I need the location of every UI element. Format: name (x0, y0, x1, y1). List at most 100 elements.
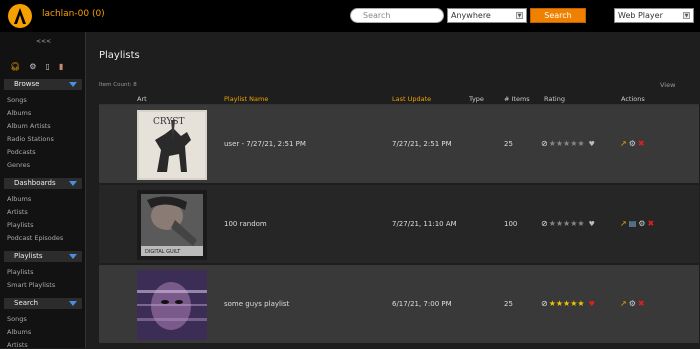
sidebar-item-podcast-episodes[interactable]: Podcast Episodes (7, 234, 63, 242)
column-playlist-name[interactable]: Playlist Name (224, 95, 268, 103)
star-icon[interactable]: ★ (577, 219, 584, 228)
section-title: Search (14, 299, 39, 307)
last-update: 6/17/21, 7:00 PM (392, 300, 452, 308)
playlist-name-link[interactable]: user - 7/27/21, 2:51 PM (224, 140, 306, 148)
item-count: Item Count: 8 (99, 82, 137, 88)
playlist-cover-art[interactable] (137, 270, 207, 340)
sidebar-item-albums[interactable]: Albums (7, 109, 31, 117)
last-update: 7/27/21, 11:10 AM (392, 220, 457, 228)
table-row: CRYST user - 7/27/21, 2:51 PM 7/27/21, 2… (99, 105, 699, 183)
last-update: 7/27/21, 2:51 PM (392, 140, 452, 148)
heart-icon[interactable]: ♥ (589, 300, 595, 308)
section-title: Browse (14, 80, 40, 88)
item-count-cell: 100 (504, 220, 518, 228)
clear-rating-icon[interactable]: ⊘ (541, 299, 548, 308)
item-count-cell: 25 (504, 140, 513, 148)
share-icon[interactable]: ↗ (620, 299, 627, 308)
sidebar-item-podcasts[interactable]: Podcasts (7, 148, 36, 156)
playlist-name-link[interactable]: 100 random (224, 220, 267, 228)
row-actions: ↗ ⚙ ✖ (620, 299, 647, 308)
row-actions: ↗ ⚙ ✖ (620, 139, 647, 148)
playlist-cover-art[interactable]: CRYST (137, 110, 207, 180)
document-icon[interactable]: ▯ (46, 62, 50, 72)
delete-icon[interactable]: ✖ (638, 299, 645, 308)
sidebar-item-dash-artists[interactable]: Artists (7, 208, 28, 216)
column-last-update[interactable]: Last Update (392, 95, 431, 103)
sidebar: <<< 🎧︎ ⚙ ▯ ▮ Browse Songs Albums Album A… (0, 32, 86, 349)
table-header: Art Playlist Name Last Update Type # Ite… (99, 92, 699, 105)
chevron-down-icon (69, 181, 77, 186)
player-mode-value: Web Player (618, 11, 663, 20)
heart-icon[interactable]: ♥ (589, 220, 595, 228)
sidebar-item-search-albums[interactable]: Albums (7, 328, 31, 336)
sidebar-item-search-songs[interactable]: Songs (7, 315, 27, 323)
chevron-down-icon (69, 82, 77, 87)
svg-text:CRYST: CRYST (153, 117, 185, 127)
star-icon[interactable]: ★ (549, 299, 556, 308)
gear-icon[interactable]: ⚙ (638, 219, 645, 228)
playlist-cover-art[interactable]: DIGITAL GUILT (137, 190, 207, 260)
svg-text:DIGITAL GUILT: DIGITAL GUILT (145, 249, 181, 255)
document-icon[interactable]: ▤ (629, 219, 637, 228)
chevron-down-icon (69, 254, 77, 259)
rating-widget[interactable]: ⊘★★★★★ ♥ (541, 219, 595, 229)
sidebar-item-playlists[interactable]: Playlists (7, 268, 34, 276)
search-scope-select[interactable]: Anywhere ▼ (447, 8, 527, 23)
sidebar-section-dashboards[interactable]: Dashboards (4, 178, 82, 189)
page-title: Playlists (99, 50, 140, 61)
search-button[interactable]: Search (530, 8, 586, 23)
column-type: Type (469, 95, 484, 103)
sidebar-item-radio-stations[interactable]: Radio Stations (7, 135, 54, 143)
star-icon[interactable]: ★ (577, 139, 584, 148)
sidebar-item-dash-playlists[interactable]: Playlists (7, 221, 34, 229)
star-icon[interactable]: ★ (549, 139, 556, 148)
library-icon[interactable]: ▮ (59, 62, 63, 72)
column-rating: Rating (544, 95, 565, 103)
chevron-down-icon: ▼ (683, 12, 690, 19)
ampache-logo-icon[interactable] (6, 3, 34, 29)
playlist-name-link[interactable]: some guys playlist (224, 300, 289, 308)
search-scope-value: Anywhere (451, 11, 491, 20)
player-mode-select[interactable]: Web Player ▼ (614, 8, 694, 23)
user-name-link[interactable]: lachlan-00 (0) (42, 9, 105, 19)
gear-icon[interactable]: ⚙ (29, 62, 36, 72)
heart-icon[interactable]: ♥ (589, 140, 595, 148)
delete-icon[interactable]: ✖ (638, 139, 645, 148)
rating-widget[interactable]: ⊘★★★★★ ♥ (541, 139, 595, 149)
rating-widget[interactable]: ⊘★★★★★ ♥ (541, 299, 595, 309)
column-items: # Items (504, 95, 530, 103)
sidebar-item-dash-albums[interactable]: Albums (7, 195, 31, 203)
gear-icon[interactable]: ⚙ (629, 299, 636, 308)
sidebar-item-album-artists[interactable]: Album Artists (7, 122, 51, 130)
sidebar-icon-row: 🎧︎ ⚙ ▯ ▮ (10, 54, 80, 71)
sidebar-section-search[interactable]: Search (4, 298, 82, 309)
item-count-cell: 25 (504, 300, 513, 308)
star-icon[interactable]: ★ (556, 299, 563, 308)
chevron-down-icon: ▼ (516, 12, 523, 19)
sidebar-item-songs[interactable]: Songs (7, 96, 27, 104)
column-art: Art (137, 95, 147, 103)
chevron-down-icon (69, 301, 77, 306)
search-input[interactable]: Search (350, 8, 444, 23)
main-content: Playlists Item Count: 8 View Art Playlis… (87, 32, 700, 348)
share-icon[interactable]: ↗ (620, 139, 627, 148)
star-icon[interactable]: ★ (556, 219, 563, 228)
sidebar-item-genres[interactable]: Genres (7, 161, 30, 169)
star-icon[interactable]: ★ (577, 299, 584, 308)
collapse-sidebar-button[interactable]: <<< (36, 38, 51, 45)
share-icon[interactable]: ↗ (620, 219, 627, 228)
sidebar-item-smart-playlists[interactable]: Smart Playlists (7, 281, 55, 289)
sidebar-section-playlists[interactable]: Playlists (4, 251, 82, 262)
table-row: DIGITAL GUILT 100 random 7/27/21, 11:10 … (99, 185, 699, 263)
table-row: some guys playlist 6/17/21, 7:00 PM 25 ⊘… (99, 265, 699, 343)
sidebar-section-browse[interactable]: Browse (4, 79, 82, 90)
clear-rating-icon[interactable]: ⊘ (541, 219, 548, 228)
delete-icon[interactable]: ✖ (647, 219, 654, 228)
top-bar: lachlan-00 (0) Search Anywhere ▼ Search … (0, 0, 700, 32)
clear-rating-icon[interactable]: ⊘ (541, 139, 548, 148)
star-icon[interactable]: ★ (556, 139, 563, 148)
gear-icon[interactable]: ⚙ (629, 139, 636, 148)
headphones-icon[interactable]: 🎧︎ (10, 62, 20, 72)
star-icon[interactable]: ★ (549, 219, 556, 228)
view-link[interactable]: View (660, 81, 675, 89)
